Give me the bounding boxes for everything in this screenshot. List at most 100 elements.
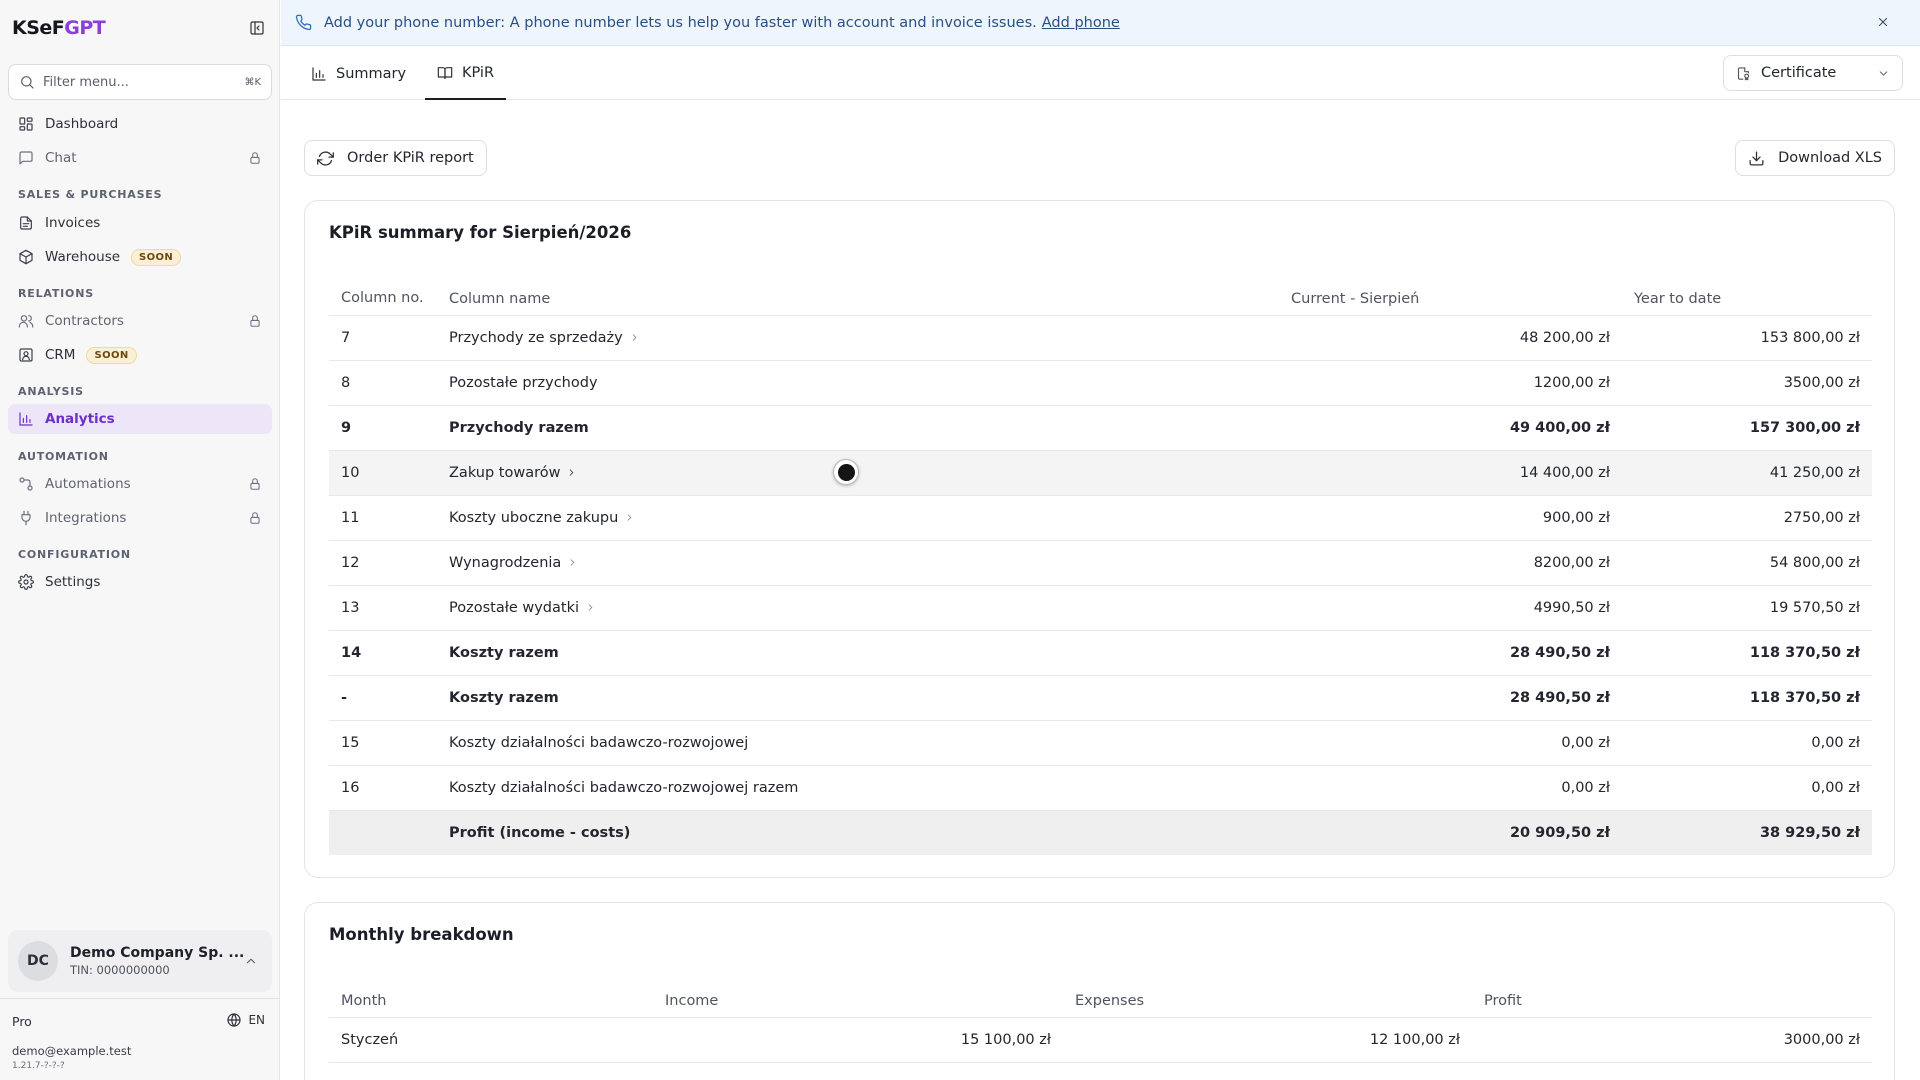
row-column-name-cell: Koszty działalności badawczo-rozwojowej bbox=[437, 720, 1279, 766]
dashboard-icon bbox=[18, 116, 34, 132]
row-column-no: 11 bbox=[341, 509, 360, 526]
sidebar-item-automations[interactable]: Automations bbox=[8, 469, 272, 499]
language-label: EN bbox=[248, 1013, 265, 1027]
row-column-no-cell: 16 bbox=[329, 765, 437, 811]
sidebar-item-label: Integrations bbox=[45, 510, 127, 526]
kpir-table-row[interactable]: 11 Koszty uboczne zakupu 900,00 zł 2750,00 … bbox=[329, 495, 1872, 541]
row-ytd-value: 0,00 zł bbox=[1811, 779, 1860, 796]
row-column-name-cell: Koszty uboczne zakupu bbox=[437, 495, 1279, 541]
chevron-right-icon[interactable] bbox=[585, 602, 596, 613]
row-column-name: Zakup towarów bbox=[449, 464, 561, 481]
sidebar-item-chat[interactable]: Chat bbox=[8, 143, 272, 173]
row-ytd-value: 38 929,50 zł bbox=[1759, 824, 1860, 841]
row-ytd-value: 54 800,00 zł bbox=[1769, 554, 1860, 571]
bar-chart-icon bbox=[311, 66, 327, 82]
sidebar-item-invoices[interactable]: Invoices bbox=[8, 208, 272, 238]
company-switcher[interactable]: DC Demo Company Sp. ... TIN: 0000000000 bbox=[8, 930, 272, 992]
row-ytd-value-cell: 157 300,00 zł bbox=[1622, 405, 1872, 451]
row-column-no-cell: 14 bbox=[329, 630, 437, 676]
sidebar-item-label: Warehouse bbox=[45, 249, 121, 265]
row-column-no-cell: 8 bbox=[329, 360, 437, 406]
row-current-value: 20 909,50 zł bbox=[1509, 824, 1610, 841]
mouse-cursor bbox=[833, 459, 859, 485]
row-column-name-cell: Przychody razem bbox=[437, 405, 1279, 451]
brand-logo[interactable]: KSeFGPT bbox=[12, 17, 106, 39]
sidebar-item-analytics[interactable]: Analytics bbox=[8, 404, 272, 434]
cursor-dot bbox=[837, 463, 855, 481]
row-column-no-cell: 7 bbox=[329, 315, 437, 361]
row-column-no-cell: 12 bbox=[329, 540, 437, 586]
sidebar-item-settings[interactable]: Settings bbox=[8, 567, 272, 597]
certificate-select[interactable]: Certificate bbox=[1723, 55, 1903, 91]
sidebar-item-warehouse[interactable]: Warehouse SOON bbox=[8, 242, 272, 272]
tab-bar: Summary KPiR Certificate bbox=[281, 47, 1920, 100]
kpir-summary-title: KPiR summary for Sierpień/2026 bbox=[329, 223, 632, 242]
kpir-table-row: Profit (income - costs) 20 909,50 zł 38 92… bbox=[329, 810, 1872, 855]
row-column-no: 15 bbox=[341, 734, 360, 751]
banner-text: Add your phone number: A phone number le… bbox=[324, 14, 1037, 31]
row-current-value-cell: 4990,50 zł bbox=[1279, 585, 1622, 631]
globe-icon bbox=[226, 1012, 242, 1028]
row-ytd-value: 41 250,00 zł bbox=[1769, 464, 1860, 481]
sidebar-toggle-icon[interactable] bbox=[246, 17, 268, 39]
analytics-icon bbox=[18, 411, 34, 427]
row-ytd-value: 3500,00 zł bbox=[1783, 374, 1860, 391]
sidebar-item-crm[interactable]: CRM SOON bbox=[8, 340, 272, 370]
order-kpir-report-button[interactable]: Order KPiR report bbox=[304, 140, 487, 176]
row-current-value: 28 490,50 zł bbox=[1509, 644, 1610, 661]
soon-badge: SOON bbox=[86, 346, 137, 364]
row-ytd-value: 118 370,50 zł bbox=[1749, 644, 1860, 661]
app-version: 1.21.7-?-?-? bbox=[12, 1061, 65, 1071]
kpir-table-row[interactable]: 10 Zakup towarów 14 400,00 zł 41 250,00 zł bbox=[329, 450, 1872, 496]
invoice-icon bbox=[18, 215, 34, 231]
lock-icon bbox=[248, 314, 262, 328]
row-current-value-cell: 48 200,00 zł bbox=[1279, 315, 1622, 361]
monthly-table-body: Styczeń 15 100,00 zł 12 100,00 zł 3000,00 z… bbox=[329, 1017, 1872, 1063]
row-current-value: 49 400,00 zł bbox=[1509, 419, 1610, 436]
row-column-no-cell: 10 bbox=[329, 450, 437, 496]
user-email: demo@example.test bbox=[12, 1044, 132, 1058]
row-column-name-cell: Profit (income - costs) bbox=[437, 810, 1279, 855]
row-current-value: 4990,50 zł bbox=[1533, 599, 1610, 616]
download-xls-button[interactable]: Download XLS bbox=[1735, 140, 1895, 176]
sidebar-item-contractors[interactable]: Contractors bbox=[8, 306, 272, 336]
tab-summary[interactable]: Summary bbox=[299, 47, 418, 100]
sidebar-item-integrations[interactable]: Integrations bbox=[8, 503, 272, 533]
sidebar-item-label: Contractors bbox=[45, 313, 124, 329]
kpir-table-row[interactable]: 7 Przychody ze sprzedaży 48 200,00 zł 153 8… bbox=[329, 315, 1872, 361]
sidebar-item-label: Chat bbox=[45, 150, 77, 166]
row-column-no-cell: - bbox=[329, 675, 437, 721]
chevron-right-icon[interactable] bbox=[624, 512, 635, 523]
column-header: Profit bbox=[1472, 983, 1872, 1018]
kpir-table-header: Column no. Column name Current - Sierpie… bbox=[329, 273, 1872, 316]
row-current-value: 900,00 zł bbox=[1542, 509, 1610, 526]
row-column-name: Wynagrodzenia bbox=[449, 554, 562, 571]
close-icon[interactable] bbox=[1876, 15, 1890, 29]
column-header: Income bbox=[653, 983, 1063, 1018]
filter-menu-input-wrapper[interactable]: ⌘K bbox=[8, 64, 272, 100]
filter-menu-input[interactable] bbox=[43, 74, 237, 90]
lock-icon bbox=[248, 151, 262, 165]
row-column-no-cell bbox=[329, 810, 437, 855]
phone-icon bbox=[295, 14, 312, 31]
sidebar-item-dashboard[interactable]: Dashboard bbox=[8, 109, 272, 139]
kpir-table-row[interactable]: 13 Pozostałe wydatki 4990,50 zł 19 570,50 z… bbox=[329, 585, 1872, 631]
language-switcher[interactable]: EN bbox=[226, 1012, 265, 1028]
column-header: Column name bbox=[437, 273, 1279, 316]
automations-icon bbox=[18, 476, 34, 492]
row-column-name-cell: Przychody ze sprzedaży bbox=[437, 315, 1279, 361]
row-column-no-cell: 15 bbox=[329, 720, 437, 766]
chevron-right-icon[interactable] bbox=[629, 332, 640, 343]
chevron-up-icon bbox=[244, 954, 258, 968]
chevron-right-icon[interactable] bbox=[567, 557, 578, 568]
kpir-table-row[interactable]: 12 Wynagrodzenia 8200,00 zł 54 800,00 zł bbox=[329, 540, 1872, 586]
tab-kpir[interactable]: KPiR bbox=[425, 47, 507, 100]
row-column-name-cell: Koszty razem bbox=[437, 630, 1279, 676]
chevron-right-icon[interactable] bbox=[566, 467, 577, 478]
brand-name-accent: GPT bbox=[64, 17, 106, 39]
row-current-value-cell: 0,00 zł bbox=[1279, 720, 1622, 766]
row-ytd-value: 2750,00 zł bbox=[1783, 509, 1860, 526]
row-column-no: - bbox=[341, 689, 348, 706]
sidebar-item-label: Automations bbox=[45, 476, 131, 492]
add-phone-link[interactable]: Add phone bbox=[1042, 15, 1120, 31]
